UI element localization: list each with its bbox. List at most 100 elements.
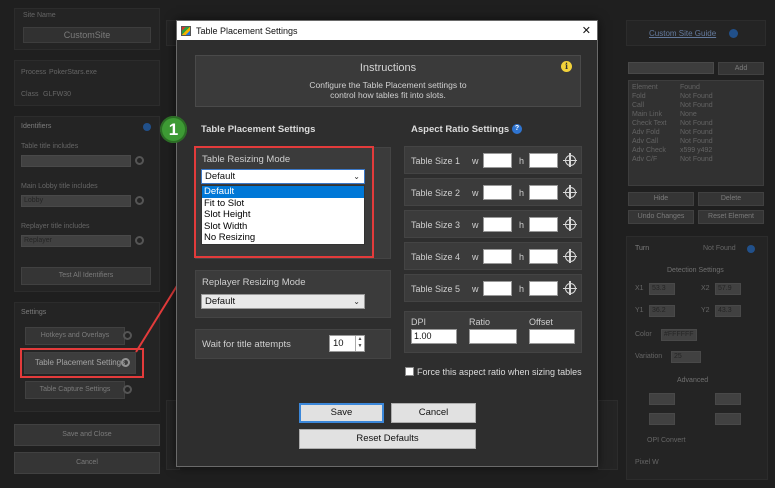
cancel-button[interactable]: Cancel <box>391 403 476 423</box>
ratio-input[interactable] <box>469 329 517 344</box>
process-label: Process <box>21 69 47 76</box>
highlight-table-placement-button <box>20 348 144 378</box>
adv-y2-input[interactable] <box>715 413 741 425</box>
crosshair-icon[interactable] <box>563 281 577 295</box>
adv-y1-input[interactable] <box>649 413 675 425</box>
hide-button[interactable]: Hide <box>628 192 694 206</box>
force-aspect-label: Force this aspect ratio when sizing tabl… <box>417 367 582 377</box>
list-item[interactable]: Call Not Found <box>629 101 763 110</box>
elements-list[interactable]: Element Found Fold Not Found Call Not Found… <box>628 80 764 186</box>
element-select[interactable] <box>628 62 714 74</box>
width-input[interactable] <box>483 281 512 296</box>
table-size-label: Table Size 4 <box>411 252 461 262</box>
turn-help-icon[interactable] <box>747 245 755 253</box>
list-item[interactable]: Main Link None <box>629 110 763 119</box>
dialog-titlebar[interactable]: Table Placement Settings ✕ <box>177 21 597 40</box>
crosshair-icon[interactable] <box>563 249 577 263</box>
table-title-label: Table title includes <box>21 143 79 150</box>
height-input[interactable] <box>529 249 558 264</box>
reset-element-button[interactable]: Reset Element <box>698 210 764 224</box>
replayer-input[interactable]: Replayer <box>21 235 131 247</box>
table-size-row-2: Table Size 2 w h <box>404 178 582 206</box>
save-button[interactable]: Save <box>299 403 384 423</box>
height-input[interactable] <box>529 281 558 296</box>
adv-x2-input[interactable] <box>715 393 741 405</box>
pixel-label: Pixel W <box>635 459 659 466</box>
list-item[interactable]: Adv Check x599 y492 <box>629 146 763 155</box>
height-input[interactable] <box>529 153 558 168</box>
list-item[interactable]: Check Text Not Found <box>629 119 763 128</box>
opi-convert-label: OPI Convert <box>647 437 686 444</box>
center-panel-right-bottom <box>598 400 618 470</box>
crosshair-icon[interactable] <box>563 153 577 167</box>
aspect-help-icon[interactable]: ? <box>512 124 522 134</box>
bg-cancel-button[interactable]: Cancel <box>14 452 160 474</box>
width-input[interactable] <box>483 217 512 232</box>
save-close-button[interactable]: Save and Close <box>14 424 160 446</box>
offset-input[interactable] <box>529 329 575 344</box>
wait-attempts-stepper[interactable]: 10 ▲ ▼ <box>329 335 365 352</box>
crosshair-icon[interactable] <box>563 185 577 199</box>
adv-x1-input[interactable] <box>649 393 675 405</box>
table-size-label: Table Size 3 <box>411 220 461 230</box>
close-icon[interactable]: ✕ <box>582 24 591 37</box>
instructions-line-1: Configure the Table Placement settings t… <box>309 80 467 90</box>
width-label: w <box>472 188 479 198</box>
variation-input[interactable]: 25 <box>671 351 701 363</box>
y1-label: Y1 <box>635 307 644 314</box>
table-capture-button[interactable]: Table Capture Settings <box>25 381 125 399</box>
x2-input[interactable]: 57.9 <box>715 283 741 295</box>
list-item[interactable]: Adv C/F Not Found <box>629 155 763 164</box>
site-guide-panel: Custom Site Guide <box>626 20 766 46</box>
dpi-ratio-offset-group: DPI 1.00 Ratio Offset <box>404 311 582 353</box>
dpi-input[interactable]: 1.00 <box>411 329 457 344</box>
color-input[interactable]: #FFFFFF <box>661 329 697 341</box>
height-label: h <box>519 188 525 198</box>
width-input[interactable] <box>483 153 512 168</box>
width-input[interactable] <box>483 185 512 200</box>
undo-changes-button[interactable]: Undo Changes <box>628 210 694 224</box>
ratio-label: Ratio <box>469 317 491 327</box>
main-lobby-input[interactable]: Lobby <box>21 195 131 207</box>
hotkeys-button[interactable]: Hotkeys and Overlays <box>25 327 125 345</box>
wait-attempts-label: Wait for title attempts <box>202 339 291 350</box>
height-input[interactable] <box>529 217 558 232</box>
table-title-gear-icon[interactable] <box>135 156 144 165</box>
table-capture-gear-icon[interactable] <box>123 385 132 394</box>
list-item[interactable]: Adv Call Not Found <box>629 137 763 146</box>
stepper-arrows-icon[interactable]: ▲ ▼ <box>355 336 364 351</box>
instructions-text: Configure the Table Placement settings t… <box>196 80 580 100</box>
add-button[interactable]: Add <box>718 62 764 75</box>
turn-label: Turn <box>635 245 650 252</box>
height-input[interactable] <box>529 185 558 200</box>
right-section-title: Aspect Ratio Settings <box>411 124 510 135</box>
identifiers-help-icon[interactable] <box>143 123 151 131</box>
replayer-gear-icon[interactable] <box>135 236 144 245</box>
y2-input[interactable]: 43.3 <box>715 305 741 317</box>
replayer-resizing-value: Default <box>205 296 236 307</box>
delete-button[interactable]: Delete <box>698 192 764 206</box>
turn-status: Not Found <box>703 245 736 252</box>
list-item[interactable]: Fold Not Found <box>629 92 763 101</box>
class-label: Class <box>21 91 39 98</box>
table-title-input[interactable] <box>21 155 131 167</box>
main-lobby-gear-icon[interactable] <box>135 196 144 205</box>
identifiers-title: Identifiers <box>21 123 52 130</box>
advanced-title: Advanced <box>677 377 709 384</box>
site-name-value[interactable]: CustomSite <box>23 27 151 43</box>
process-panel: Process PokerStars.exe Class GLFW30 <box>14 60 160 106</box>
table-size-row-4: Table Size 4 w h <box>404 242 582 270</box>
force-aspect-checkbox[interactable] <box>405 367 414 376</box>
reset-defaults-button[interactable]: Reset Defaults <box>299 429 476 449</box>
y1-input[interactable]: 36.2 <box>649 305 675 317</box>
x1-input[interactable]: 53.3 <box>649 283 675 295</box>
replayer-resizing-select[interactable]: Default ⌄ <box>201 294 365 309</box>
site-guide-link[interactable]: Custom Site Guide <box>649 29 716 38</box>
site-guide-help-icon[interactable] <box>729 29 738 38</box>
width-label: w <box>472 252 479 262</box>
width-input[interactable] <box>483 249 512 264</box>
crosshair-icon[interactable] <box>563 217 577 231</box>
info-icon[interactable]: i <box>561 61 572 72</box>
element-detail-panel: Turn Not Found Detection Settings X1 53.… <box>626 236 768 480</box>
list-item[interactable]: Adv Fold Not Found <box>629 128 763 137</box>
